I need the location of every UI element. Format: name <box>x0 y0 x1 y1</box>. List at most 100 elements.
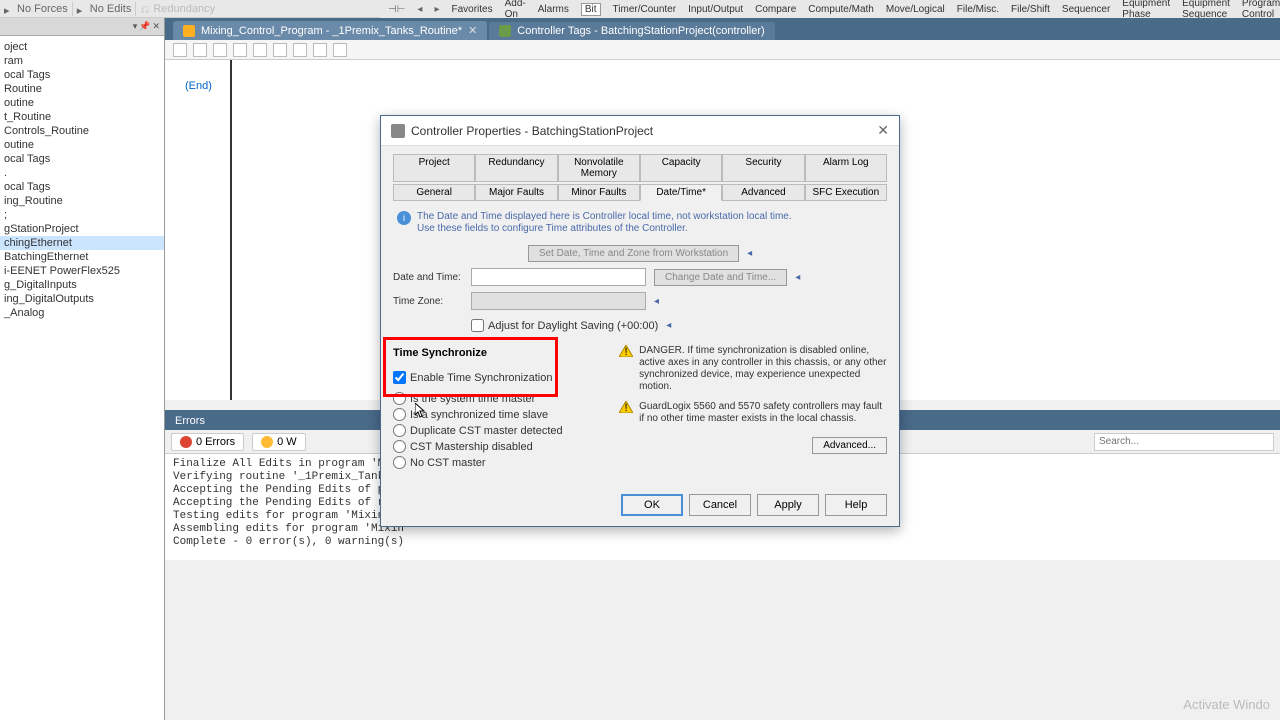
advanced-button[interactable]: Advanced... <box>812 437 887 454</box>
radio-label: CST Mastership disabled <box>410 441 533 453</box>
dialog-tab[interactable]: Redundancy <box>475 154 557 182</box>
tree-node[interactable]: Routine <box>0 82 164 96</box>
dialog-tab[interactable]: Alarm Log <box>805 154 887 182</box>
menu-eqseq[interactable]: Equipment Sequence <box>1182 0 1230 20</box>
tool-icon[interactable] <box>213 43 227 57</box>
tree-node[interactable]: ing_DigitalOutputs <box>0 292 164 306</box>
dialog-tab[interactable]: Nonvolatile Memory <box>558 154 640 182</box>
sync-radio[interactable] <box>393 408 406 421</box>
close-icon[interactable]: ✕ <box>468 24 477 37</box>
menu-bit[interactable]: Bit <box>581 3 601 16</box>
zoom-in-icon[interactable] <box>173 43 187 57</box>
sync-radio-row[interactable]: Duplicate CST master detected <box>393 424 599 437</box>
tool-icon[interactable] <box>233 43 247 57</box>
dialog-tab[interactable]: SFC Execution <box>805 184 887 201</box>
dialog-tab[interactable]: Major Faults <box>475 184 557 201</box>
menu-compute[interactable]: Compute/Math <box>808 4 874 15</box>
search-input[interactable] <box>1094 433 1274 451</box>
nav-left-icon[interactable]: ◂ <box>417 4 422 15</box>
set-date-workstation-button[interactable]: Set Date, Time and Zone from Workstation <box>528 245 739 262</box>
tree-pin-icon[interactable]: 📌 <box>139 21 150 32</box>
sync-radio-row[interactable]: CST Mastership disabled <box>393 440 599 453</box>
svg-text:!: ! <box>625 346 628 357</box>
sync-radio[interactable] <box>393 392 406 405</box>
tree-body[interactable]: ojectramocal TagsRoutineoutinet_RoutineC… <box>0 36 164 324</box>
sync-radio-row[interactable]: Is the system time master <box>393 392 599 405</box>
sync-radio[interactable] <box>393 424 406 437</box>
menu-eqphase[interactable]: Equipment Phase <box>1122 0 1170 20</box>
dialog-tab[interactable]: General <box>393 184 475 201</box>
tree-node[interactable]: i-EENET PowerFlex525 <box>0 264 164 278</box>
tree-close-icon[interactable]: ✕ <box>152 21 160 32</box>
dst-checkbox-row[interactable]: Adjust for Daylight Saving (+00:00) <box>471 319 658 332</box>
tree-node[interactable]: outine <box>0 96 164 110</box>
tree-node[interactable]: ocal Tags <box>0 68 164 82</box>
ok-button[interactable]: OK <box>621 494 683 516</box>
tree-node[interactable]: oject <box>0 40 164 54</box>
dialog-tab[interactable]: Minor Faults <box>558 184 640 201</box>
menu-alarms[interactable]: Alarms <box>538 4 569 15</box>
tree-node[interactable]: . <box>0 166 164 180</box>
enable-sync-checkbox-row[interactable]: Enable Time Synchronization <box>393 371 599 384</box>
error-count-badge[interactable]: 0 Errors <box>171 433 244 451</box>
tags-icon <box>499 25 511 37</box>
menu-move[interactable]: Move/Logical <box>886 4 945 15</box>
tree-node[interactable]: ing_Routine <box>0 194 164 208</box>
forces-dropdown[interactable]: ▸ No Forces <box>4 3 68 15</box>
tree-node[interactable]: gStationProject <box>0 222 164 236</box>
enable-sync-checkbox[interactable] <box>393 371 406 384</box>
sync-radio-row[interactable]: Is a synchronized time slave <box>393 408 599 421</box>
time-zone-select[interactable] <box>471 292 646 310</box>
tool-icon[interactable] <box>293 43 307 57</box>
tab-controller-tags[interactable]: Controller Tags - BatchingStationProject… <box>489 22 774 40</box>
date-time-input[interactable] <box>471 268 646 286</box>
tree-node[interactable]: Controls_Routine <box>0 124 164 138</box>
tree-node[interactable]: chingEthernet <box>0 236 164 250</box>
tool-icon[interactable] <box>273 43 287 57</box>
menu-filemisc[interactable]: File/Misc. <box>957 4 999 15</box>
sync-radio[interactable] <box>393 456 406 469</box>
menu-timer[interactable]: Timer/Counter <box>613 4 677 15</box>
nav-prev-icon[interactable]: ⊣⊢ <box>388 4 405 15</box>
cancel-button[interactable]: Cancel <box>689 494 751 516</box>
menu-io[interactable]: Input/Output <box>688 4 743 15</box>
warning-count-badge[interactable]: 0 W <box>252 433 306 451</box>
change-date-time-button[interactable]: Change Date and Time... <box>654 269 787 286</box>
dst-checkbox[interactable] <box>471 319 484 332</box>
redundancy-dropdown[interactable]: ⎌ Redundancy <box>140 3 215 15</box>
tree-node[interactable]: ; <box>0 208 164 222</box>
tree-node[interactable]: outine <box>0 138 164 152</box>
tree-node[interactable]: _Analog <box>0 306 164 320</box>
menu-compare[interactable]: Compare <box>755 4 796 15</box>
tree-node[interactable]: ocal Tags <box>0 180 164 194</box>
tool-icon[interactable] <box>253 43 267 57</box>
tree-dropdown-icon[interactable]: ▾ <box>133 21 138 32</box>
tree-node[interactable]: ocal Tags <box>0 152 164 166</box>
help-button[interactable]: Help <box>825 494 887 516</box>
tree-node[interactable]: g_DigitalInputs <box>0 278 164 292</box>
menu-progctrl[interactable]: Program Control <box>1242 0 1280 20</box>
dialog-tab[interactable]: Advanced <box>722 184 804 201</box>
dialog-tab[interactable]: Project <box>393 154 475 182</box>
tool-icon[interactable] <box>333 43 347 57</box>
menu-fileshift[interactable]: File/Shift <box>1011 4 1050 15</box>
dialog-tab[interactable]: Date/Time* <box>640 184 722 201</box>
tree-node[interactable]: ram <box>0 54 164 68</box>
dialog-titlebar[interactable]: Controller Properties - BatchingStationP… <box>381 116 899 146</box>
sync-radio[interactable] <box>393 440 406 453</box>
menu-sequencer[interactable]: Sequencer <box>1062 4 1110 15</box>
menu-favorites[interactable]: Favorites <box>451 4 492 15</box>
zoom-out-icon[interactable] <box>193 43 207 57</box>
nav-right-icon[interactable]: ▸ <box>434 4 439 15</box>
close-icon[interactable]: ✕ <box>877 122 889 139</box>
apply-button[interactable]: Apply <box>757 494 819 516</box>
dialog-tab[interactable]: Capacity <box>640 154 722 182</box>
tree-node[interactable]: BatchingEthernet <box>0 250 164 264</box>
tree-node[interactable]: t_Routine <box>0 110 164 124</box>
tab-routine[interactable]: Mixing_Control_Program - _1Premix_Tanks_… <box>173 21 487 40</box>
edits-dropdown[interactable]: ▸ No Edits <box>77 3 132 15</box>
sync-radio-row[interactable]: No CST master <box>393 456 599 469</box>
dialog-tab[interactable]: Security <box>722 154 804 182</box>
menu-addon[interactable]: Add-On <box>505 0 526 20</box>
tool-icon[interactable] <box>313 43 327 57</box>
